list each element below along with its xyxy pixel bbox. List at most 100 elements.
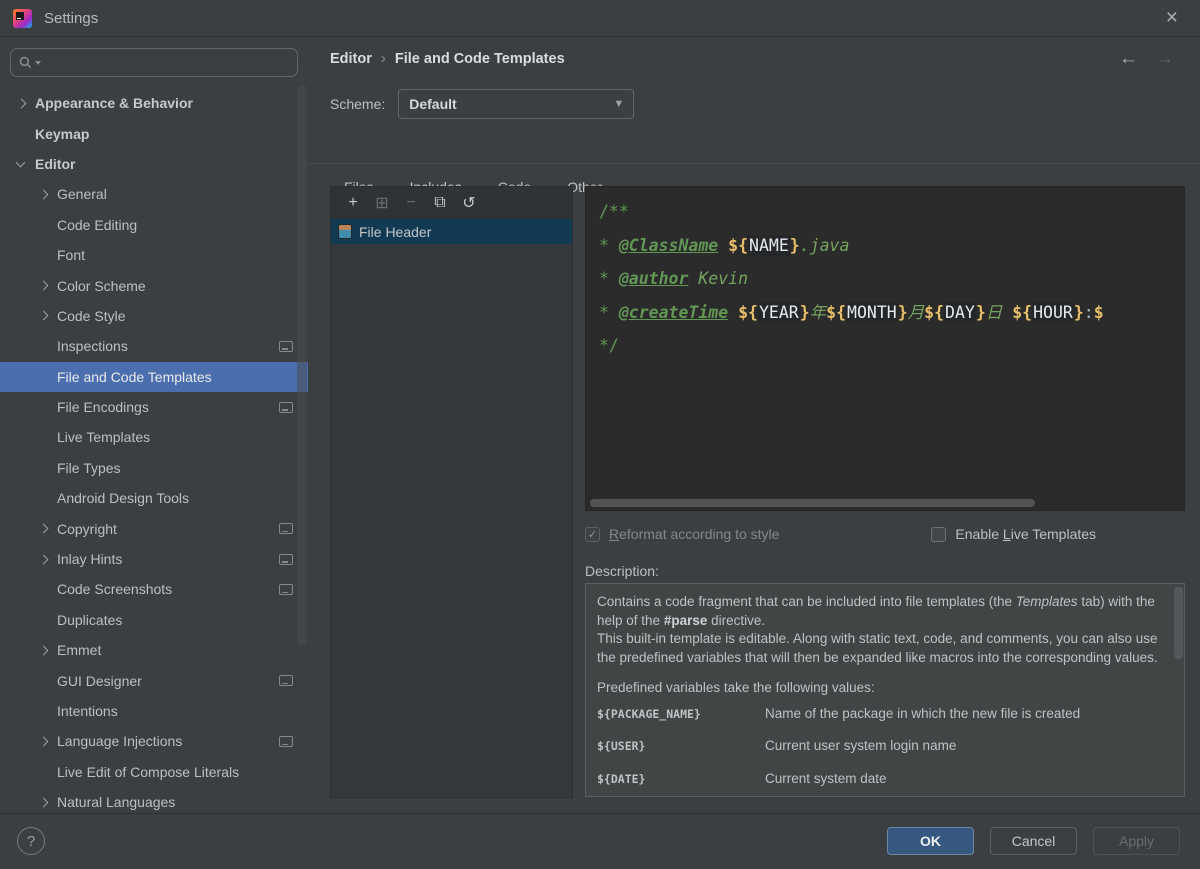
sidebar-item-inspections[interactable]: Inspections (0, 331, 308, 361)
sidebar-item-code-screenshots[interactable]: Code Screenshots (0, 574, 308, 604)
template-variable: DAY (944, 302, 976, 323)
sidebar-item-label: General (57, 186, 107, 202)
chevron-down-icon[interactable] (16, 158, 26, 168)
sidebar-item-label: Code Style (57, 308, 125, 324)
window-title: Settings (44, 10, 98, 27)
predefined-variables-table: ${PACKAGE_NAME}Name of the package in wh… (597, 705, 1160, 789)
reformat-label: Reformat according to style (609, 526, 779, 542)
apply-button: Apply (1093, 827, 1180, 855)
editor-horizontal-scrollbar[interactable] (590, 499, 1035, 507)
live-templates-checkbox[interactable] (931, 527, 946, 542)
sidebar-item-emmet[interactable]: Emmet (0, 635, 308, 665)
settings-sidebar: Appearance & Behavior Keymap Editor General… (0, 37, 308, 813)
sidebar-item-copyright[interactable]: Copyright (0, 513, 308, 543)
chevron-down-icon: ▼ (613, 98, 624, 110)
sidebar-item-label: Intentions (57, 703, 118, 719)
sidebar-item-general[interactable]: General (0, 179, 308, 209)
variable-name: ${DATE} (597, 770, 765, 789)
intellij-logo-icon (13, 9, 32, 28)
remove-template-icon: − (398, 191, 424, 215)
sidebar-item-label: Font (57, 247, 85, 263)
scheme-row: Scheme: Default ▼ (330, 89, 634, 119)
sidebar-item-inlay-hints[interactable]: Inlay Hints (0, 544, 308, 574)
scheme-dropdown[interactable]: Default ▼ (398, 89, 634, 119)
footer-bar: ? OK Cancel Apply (0, 813, 1200, 869)
description-paragraph: Predefined variables take the following … (597, 679, 1160, 698)
template-item-file-header[interactable]: File Header (331, 219, 572, 244)
sidebar-scrollbar[interactable] (297, 85, 307, 645)
sidebar-item-appearance-behavior[interactable]: Appearance & Behavior (0, 88, 308, 118)
breadcrumb: Editor › File and Code Templates (330, 50, 565, 67)
description-scrollbar[interactable] (1174, 587, 1183, 659)
sidebar-item-color-scheme[interactable]: Color Scheme (0, 270, 308, 300)
reset-to-default-icon[interactable]: ↺ (456, 191, 482, 215)
sidebar-item-live-templates[interactable]: Live Templates (0, 422, 308, 452)
help-button[interactable]: ? (17, 827, 45, 855)
breadcrumb-separator: › (381, 50, 386, 67)
sidebar-item-label: Emmet (57, 642, 101, 658)
reformat-option: ✓ Reformat according to style (585, 526, 779, 542)
add-template-icon[interactable]: + (340, 191, 366, 215)
back-arrow-icon[interactable]: ← (1119, 48, 1138, 70)
sidebar-item-keymap[interactable]: Keymap (0, 118, 308, 148)
sidebar-item-gui-designer[interactable]: GUI Designer (0, 665, 308, 695)
sidebar-item-label: Inlay Hints (57, 551, 122, 567)
template-list-panel: +⊞−⧉↺ File Header (330, 186, 573, 798)
ok-button[interactable]: OK (887, 827, 974, 855)
template-variable: YEAR (758, 302, 800, 323)
description-paragraph: Contains a code fragment that can be inc… (597, 593, 1160, 630)
sidebar-item-code-style[interactable]: Code Style (0, 301, 308, 331)
sidebar-item-label: Appearance & Behavior (35, 95, 193, 111)
variable-name: ${PACKAGE_NAME} (597, 705, 765, 724)
external-settings-icon (279, 341, 293, 352)
sidebar-tree: Appearance & Behavior Keymap Editor General… (0, 88, 308, 813)
chevron-right-icon[interactable] (39, 797, 49, 807)
chevron-right-icon[interactable] (39, 311, 49, 321)
sidebar-item-live-edit-of-compose-literals[interactable]: Live Edit of Compose Literals (0, 757, 308, 787)
cancel-button[interactable]: Cancel (990, 827, 1077, 855)
description-label: Description: (585, 563, 659, 579)
forward-arrow-icon: → (1155, 48, 1174, 70)
template-variable: HOUR (1032, 302, 1074, 323)
sidebar-item-font[interactable]: Font (0, 240, 308, 270)
copy-template-icon[interactable]: ⧉ (427, 191, 453, 215)
template-editor[interactable]: /** * @ClassName ${NAME}.java * @author … (585, 186, 1185, 511)
sidebar-item-editor[interactable]: Editor (0, 149, 308, 179)
sidebar-item-label: File and Code Templates (57, 369, 212, 385)
reformat-checkbox: ✓ (585, 527, 600, 542)
sidebar-item-duplicates[interactable]: Duplicates (0, 605, 308, 635)
external-settings-icon (279, 554, 293, 565)
scheme-value: Default (409, 96, 456, 112)
sidebar-item-file-types[interactable]: File Types (0, 453, 308, 483)
sidebar-item-file-and-code-templates[interactable]: File and Code Templates (0, 362, 308, 392)
sidebar-item-label: Code Editing (57, 217, 137, 233)
sidebar-item-natural-languages[interactable]: Natural Languages (0, 787, 308, 813)
chevron-right-icon[interactable] (39, 645, 49, 655)
sidebar-item-label: Color Scheme (57, 278, 146, 294)
chevron-right-icon[interactable] (39, 524, 49, 534)
template-items: File Header (331, 219, 572, 244)
code-line: * @ClassName ${NAME}.java (599, 229, 1184, 263)
search-input[interactable] (10, 48, 298, 77)
template-toolbar: +⊞−⧉↺ (331, 187, 572, 219)
sidebar-item-intentions[interactable]: Intentions (0, 696, 308, 726)
sidebar-item-label: Editor (35, 156, 75, 172)
sidebar-item-label: File Encodings (57, 399, 149, 415)
sidebar-item-label: Keymap (35, 126, 89, 142)
header-separator (309, 163, 1200, 164)
sidebar-item-file-encodings[interactable]: File Encodings (0, 392, 308, 422)
sidebar-item-code-editing[interactable]: Code Editing (0, 210, 308, 240)
search-icon (19, 56, 32, 69)
code-line: */ (599, 329, 1184, 363)
search-options-caret-icon[interactable] (35, 61, 41, 65)
chevron-right-icon[interactable] (39, 554, 49, 564)
chevron-right-icon[interactable] (17, 98, 27, 108)
close-icon[interactable]: × (1166, 6, 1178, 30)
sidebar-item-android-design-tools[interactable]: Android Design Tools (0, 483, 308, 513)
sidebar-item-language-injections[interactable]: Language Injections (0, 726, 308, 756)
chevron-right-icon[interactable] (39, 281, 49, 291)
breadcrumb-editor[interactable]: Editor (330, 51, 372, 67)
chevron-right-icon[interactable] (39, 736, 49, 746)
settings-content: Editor › File and Code Templates ← → Sch… (309, 37, 1200, 813)
chevron-right-icon[interactable] (39, 189, 49, 199)
